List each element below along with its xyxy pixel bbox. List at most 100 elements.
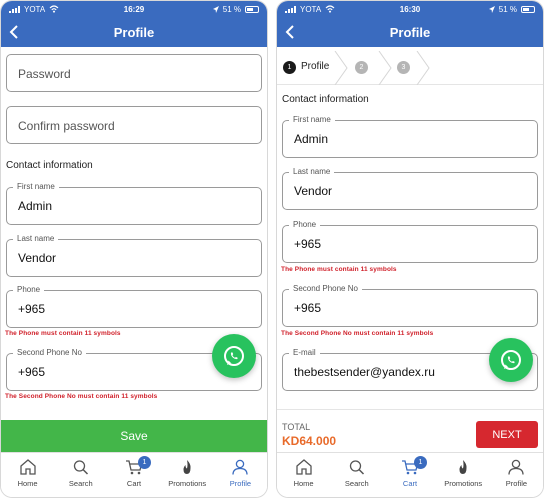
tab-cart-label: Cart — [402, 479, 418, 488]
second-phone-field[interactable]: Second Phone No +965 — [282, 284, 538, 327]
tab-promotions[interactable]: Promotions — [437, 453, 490, 497]
tab-home-label: Home — [17, 479, 38, 488]
signal-icon — [9, 5, 20, 13]
tab-cart-label: Cart — [126, 479, 142, 488]
phone-field[interactable]: Phone +965 — [282, 220, 538, 263]
password-field[interactable]: Password — [6, 54, 262, 92]
tab-search-label: Search — [68, 479, 93, 488]
email-value: thebestsender@yandex.ru — [294, 365, 435, 379]
user-icon — [232, 459, 249, 475]
step-1-label: Profile — [301, 61, 330, 72]
home-icon — [19, 459, 36, 475]
checkout-profile-screen-right: YOTA 16:30 51 % Profile 1 Profile 2 3 Co… — [276, 0, 544, 498]
user-icon — [508, 459, 525, 475]
battery-percent: 51 % — [222, 4, 241, 14]
phone-label: Phone — [289, 220, 321, 229]
phone-error: The Phone must contain 11 symbols — [5, 330, 121, 337]
page-title: Profile — [113, 24, 155, 40]
second-phone-label: Second Phone No — [289, 284, 362, 293]
second-phone-error: The Second Phone No must contain 11 symb… — [5, 393, 158, 400]
tab-profile[interactable]: Profile — [214, 453, 267, 497]
page-title: Profile — [389, 24, 431, 40]
last-name-label: Last name — [289, 167, 335, 176]
tab-profile[interactable]: Profile — [490, 453, 543, 497]
first-name-label: First name — [289, 115, 335, 124]
save-button[interactable]: Save — [1, 420, 267, 452]
step-1-circle[interactable]: 1 — [283, 61, 296, 74]
second-phone-label: Second Phone No — [13, 348, 86, 357]
back-chevron-icon[interactable] — [281, 23, 299, 41]
tab-search[interactable]: Search — [54, 453, 107, 497]
contact-information-heading: Contact information — [282, 94, 369, 105]
last-name-value: Vendor — [18, 251, 57, 265]
cart-badge: 1 — [138, 456, 151, 469]
battery-icon — [521, 5, 535, 13]
step-2-circle[interactable]: 2 — [355, 61, 368, 74]
last-name-field[interactable]: Last name Vendor — [6, 234, 262, 277]
signal-icon — [285, 5, 296, 13]
last-name-field[interactable]: Last name Vendor — [282, 167, 538, 210]
tab-home[interactable]: Home — [1, 453, 54, 497]
carrier-label: YOTA — [300, 4, 322, 14]
flame-icon — [459, 460, 467, 474]
tab-cart[interactable]: 1 Cart — [383, 453, 436, 497]
tab-cart[interactable]: 1 Cart — [107, 453, 160, 497]
battery-icon — [245, 5, 259, 13]
whatsapp-button[interactable] — [489, 338, 533, 382]
contact-information-heading: Contact information — [6, 160, 93, 171]
phone-value: +965 — [18, 302, 46, 316]
nav-bar: Profile — [277, 17, 543, 47]
tab-home-label: Home — [293, 479, 314, 488]
first-name-label: First name — [13, 182, 59, 191]
password-placeholder: Password — [18, 67, 71, 81]
wifi-icon — [325, 5, 335, 13]
next-button[interactable]: NEXT — [476, 421, 538, 448]
phone-label: Phone — [13, 285, 45, 294]
second-phone-error: The Second Phone No must contain 11 symb… — [281, 330, 434, 337]
phone-error: The Phone must contain 11 symbols — [281, 266, 397, 273]
second-phone-value: +965 — [18, 365, 46, 379]
back-chevron-icon[interactable] — [5, 23, 23, 41]
tab-bar: Home Search 1 Cart Promotions Profile — [1, 452, 267, 497]
total-value: KD64.000 — [282, 434, 337, 448]
search-icon — [73, 460, 88, 475]
whatsapp-icon — [501, 350, 521, 370]
battery-percent: 51 % — [498, 4, 517, 14]
tab-search[interactable]: Search — [330, 453, 383, 497]
whatsapp-icon — [224, 346, 244, 366]
order-total-bar: TOTAL KD64.000 NEXT — [277, 409, 543, 452]
carrier-label: YOTA — [24, 4, 46, 14]
checkout-stepper: 1 Profile 2 3 — [277, 51, 543, 85]
status-bar: YOTA 16:29 51 % — [1, 1, 267, 17]
whatsapp-button[interactable] — [212, 334, 256, 378]
home-icon — [295, 459, 312, 475]
second-phone-value: +965 — [294, 301, 322, 315]
search-icon — [349, 460, 364, 475]
confirm-password-field[interactable]: Confirm password — [6, 106, 262, 144]
wifi-icon — [49, 5, 59, 13]
location-icon — [488, 5, 495, 13]
status-bar: YOTA 16:30 51 % — [277, 1, 543, 17]
first-name-value: Admin — [294, 132, 329, 146]
tab-home[interactable]: Home — [277, 453, 330, 497]
tab-profile-label: Profile — [505, 479, 528, 488]
tab-profile-label: Profile — [229, 479, 252, 488]
first-name-field[interactable]: First name Admin — [282, 115, 538, 158]
location-icon — [212, 5, 219, 13]
total-label: TOTAL — [282, 422, 311, 432]
phone-field[interactable]: Phone +965 — [6, 285, 262, 328]
flame-icon — [183, 460, 191, 474]
cart-badge: 1 — [414, 456, 427, 469]
tab-bar: Home Search 1 Cart Promotions Profile — [277, 452, 543, 497]
tab-promotions[interactable]: Promotions — [161, 453, 214, 497]
last-name-label: Last name — [13, 234, 59, 243]
tab-promotions-label: Promotions — [168, 479, 207, 488]
tab-promotions-label: Promotions — [444, 479, 483, 488]
first-name-field[interactable]: First name Admin — [6, 182, 262, 225]
first-name-value: Admin — [18, 199, 53, 213]
phone-value: +965 — [294, 237, 322, 251]
nav-bar: Profile — [1, 17, 267, 47]
step-3-circle[interactable]: 3 — [397, 61, 410, 74]
tab-search-label: Search — [344, 479, 369, 488]
last-name-value: Vendor — [294, 184, 333, 198]
